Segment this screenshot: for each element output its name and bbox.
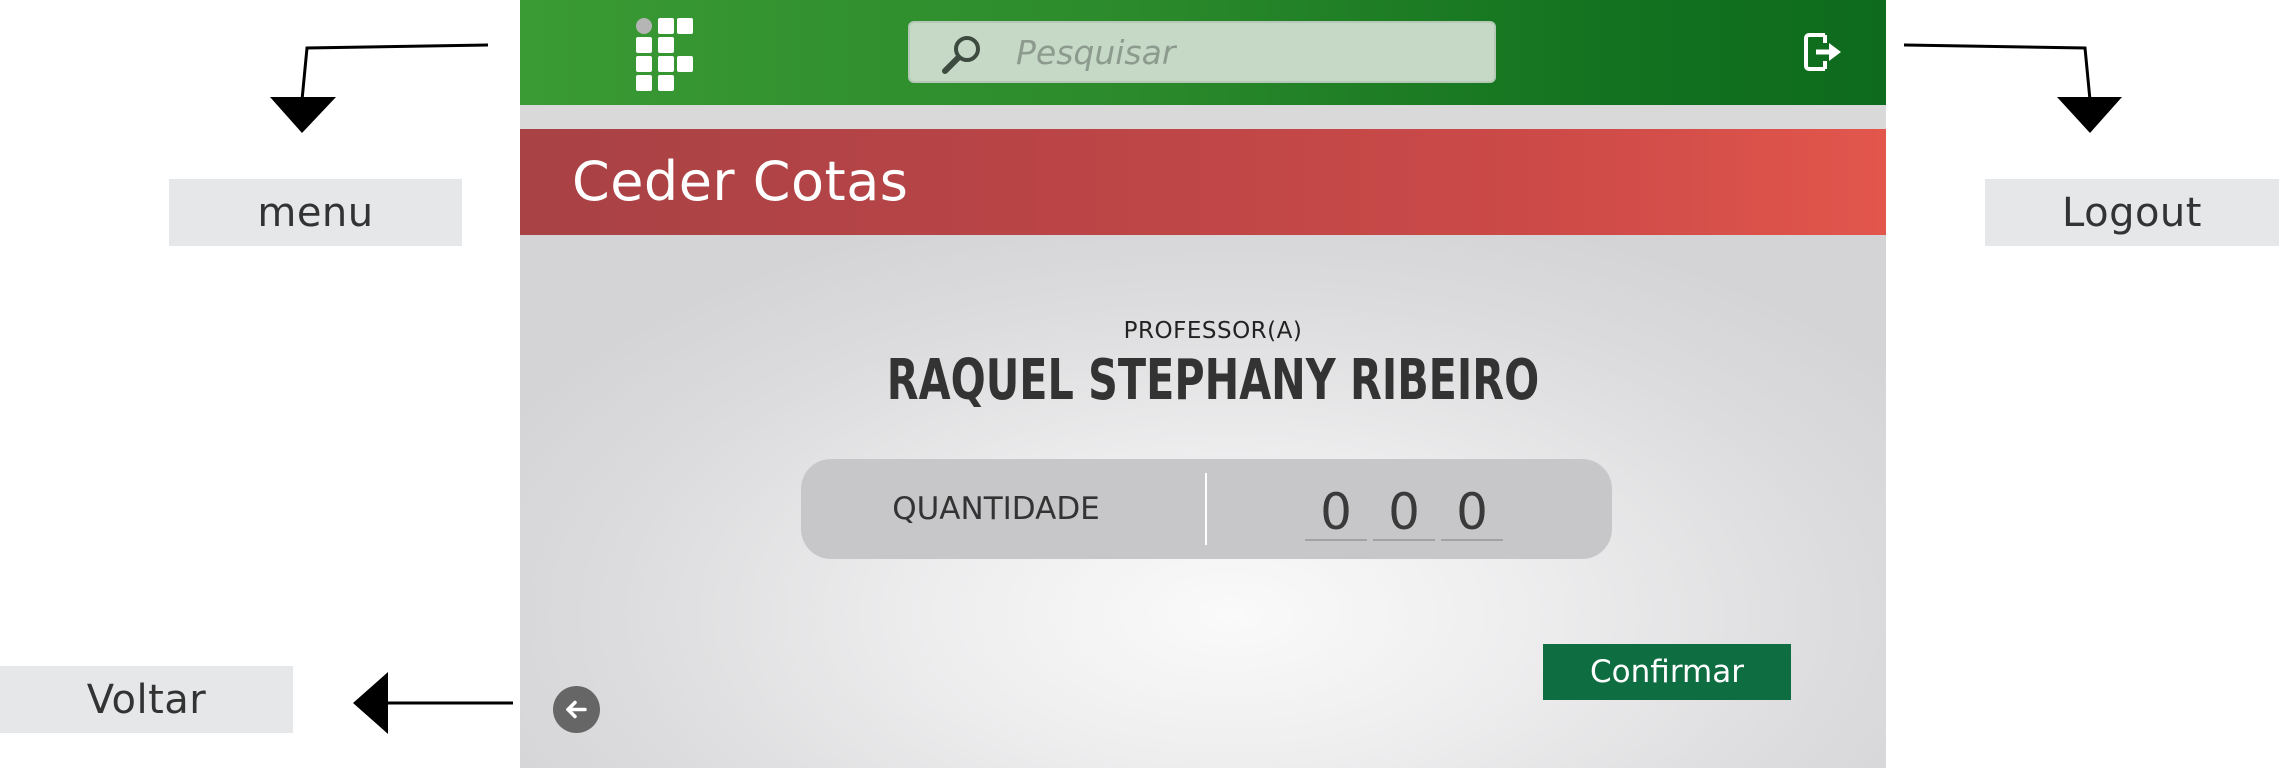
arrow-left-icon bbox=[566, 700, 587, 719]
professor-name: RAQUEL STEPHANY RIBEIRO bbox=[886, 348, 1540, 413]
menu-annotation-label: menu bbox=[169, 179, 462, 246]
search-box[interactable] bbox=[908, 21, 1496, 83]
page-title: Ceder Cotas bbox=[572, 150, 909, 213]
logout-annotation-label: Logout bbox=[1985, 179, 2279, 246]
search-icon[interactable] bbox=[940, 33, 984, 75]
logout-icon[interactable] bbox=[1803, 31, 1843, 73]
quantity-divider bbox=[1205, 473, 1207, 545]
quantity-digit-tens[interactable]: 0 bbox=[1373, 485, 1435, 541]
title-bar: Ceder Cotas bbox=[520, 129, 1886, 235]
quantity-label: QUANTIDADE bbox=[892, 491, 1100, 527]
back-annotation-arrow bbox=[353, 672, 513, 734]
header-bar bbox=[520, 0, 1886, 105]
search-input[interactable] bbox=[1016, 23, 1476, 81]
professor-role-label: PROFESSOR(A) bbox=[1123, 318, 1303, 344]
back-annotation-label: Voltar bbox=[0, 666, 293, 733]
institution-logo-icon[interactable] bbox=[635, 17, 695, 93]
quantity-digit-units[interactable]: 0 bbox=[1441, 485, 1503, 541]
header-divider bbox=[520, 105, 1886, 129]
back-button[interactable] bbox=[553, 686, 600, 733]
logout-annotation-arrow bbox=[1903, 43, 2122, 133]
quantity-digit-hundreds[interactable]: 0 bbox=[1305, 485, 1367, 541]
quantity-field: QUANTIDADE 0 0 0 bbox=[801, 459, 1612, 559]
menu-annotation-arrow bbox=[270, 43, 489, 133]
app-screen: Ceder Cotas PROFESSOR(A) RAQUEL STEPHANY… bbox=[520, 0, 1886, 768]
confirm-button[interactable]: Confirmar bbox=[1543, 644, 1791, 700]
